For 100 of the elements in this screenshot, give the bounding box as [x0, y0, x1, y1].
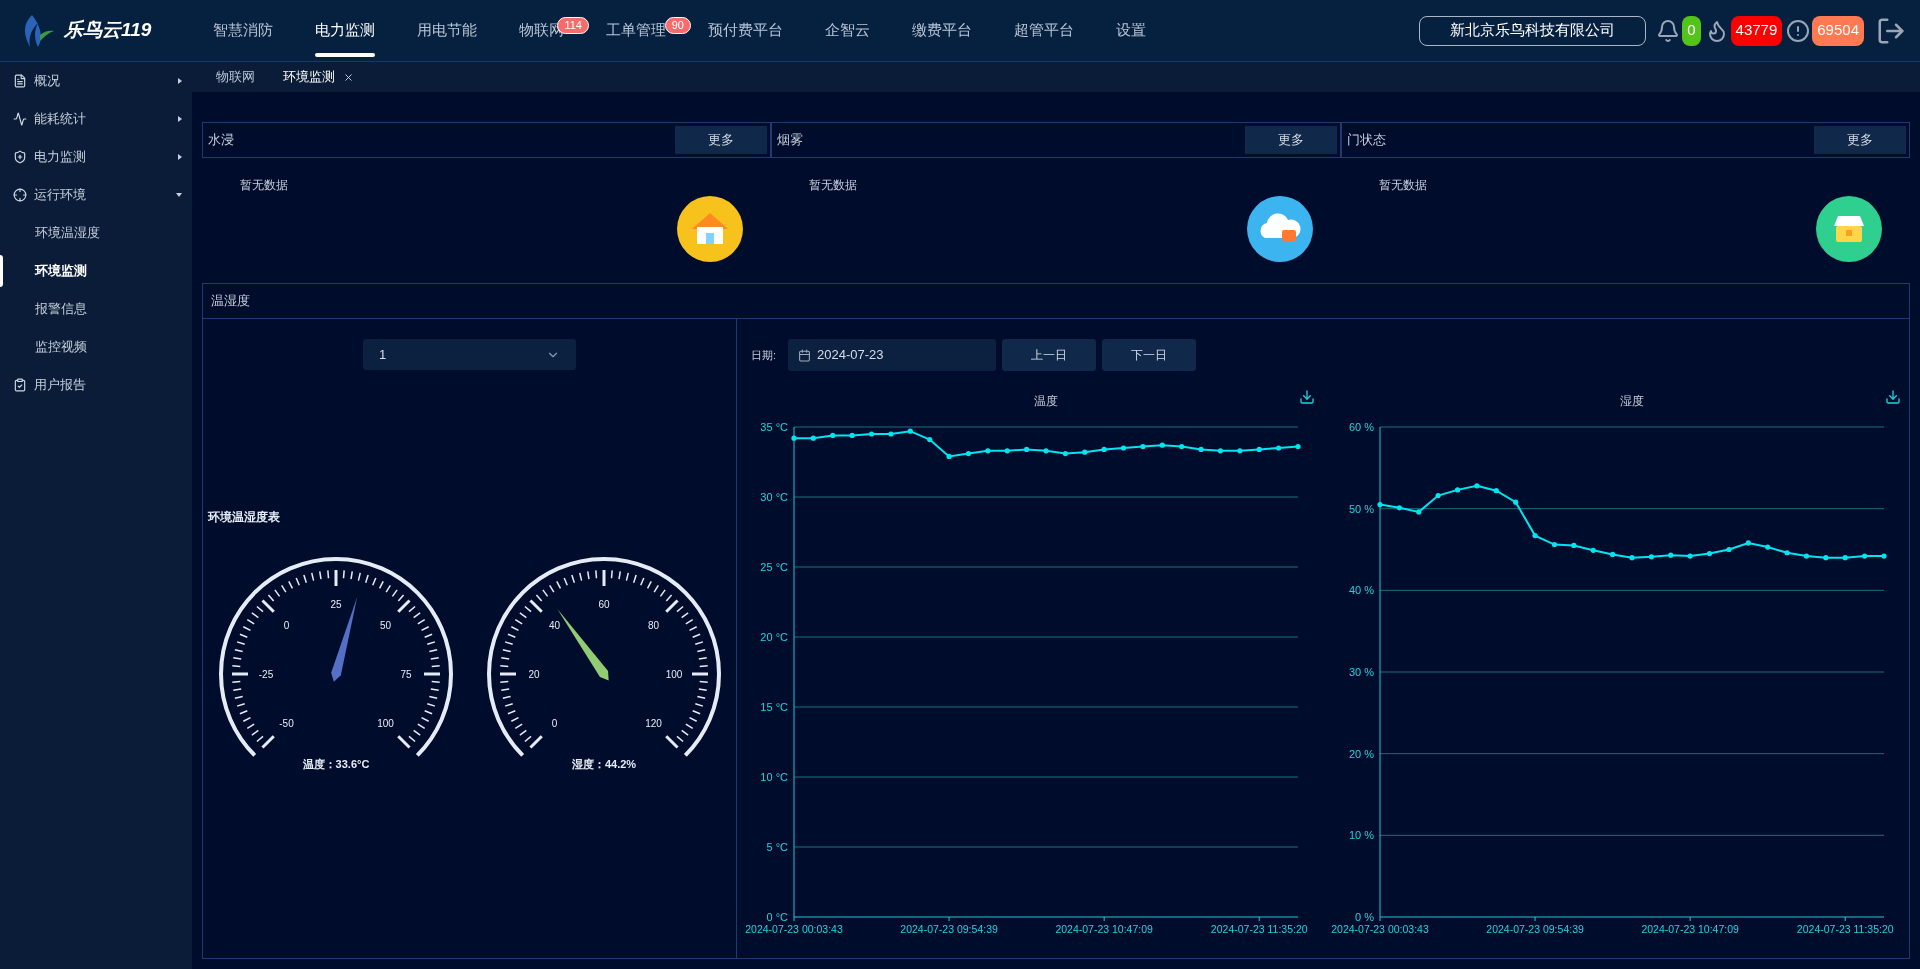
- axis-tick-label: 2024-07-23 00:03:43: [1331, 923, 1429, 935]
- sidebar-item[interactable]: 用户报告: [0, 366, 192, 404]
- empty-message: 暂无数据: [240, 177, 288, 194]
- alert-count: 0: [1682, 15, 1701, 46]
- data-point: [1237, 448, 1243, 454]
- data-point: [791, 435, 797, 441]
- axis-tick-label: 20 °C: [760, 631, 788, 643]
- data-point: [868, 431, 875, 437]
- sidebar-item[interactable]: 概况: [0, 62, 192, 100]
- caret-icon: [178, 116, 182, 122]
- caret-icon: [178, 154, 182, 160]
- nav-tab[interactable]: 超管平台: [993, 0, 1095, 61]
- panel-title: 温湿度: [211, 292, 250, 311]
- gauge-reading: 温度：33.6°C: [302, 757, 370, 772]
- sidebar-item[interactable]: 运行环境: [0, 176, 192, 214]
- bell-icon[interactable]: [1656, 18, 1681, 43]
- data-point: [1803, 553, 1810, 559]
- data-point: [849, 432, 855, 438]
- axis-tick-label: 0 °C: [766, 911, 788, 923]
- data-point: [1377, 502, 1383, 508]
- data-point: [1217, 448, 1224, 454]
- company-selector[interactable]: 新北京乐鸟科技有限公司: [1419, 15, 1647, 46]
- data-point: [1726, 546, 1732, 553]
- data-point: [1179, 444, 1185, 450]
- data-point: [1043, 448, 1049, 454]
- menu-icon: [13, 74, 27, 88]
- axis-tick-label: 2024-07-23 10:47:09: [1055, 923, 1153, 935]
- data-point: [1745, 540, 1751, 546]
- gauge-scale-label: 120: [645, 718, 662, 730]
- data-point: [1687, 553, 1693, 559]
- nav-tab[interactable]: 用电节能: [396, 0, 498, 61]
- axis-tick-label: 30 %: [1348, 666, 1374, 678]
- data-point: [946, 453, 952, 459]
- empty-message: 暂无数据: [1378, 177, 1427, 194]
- date-field[interactable]: 2024-07-23: [788, 339, 997, 371]
- calendar-icon: [798, 348, 812, 362]
- nav-tab[interactable]: 电力监测: [294, 0, 396, 61]
- card-title: 水浸: [208, 131, 234, 150]
- menu-icon: [13, 188, 27, 202]
- card-title: 门状态: [1346, 131, 1386, 150]
- more-button[interactable]: 更多: [1814, 126, 1906, 154]
- empty-message: 暂无数据: [809, 177, 858, 194]
- data-point: [1416, 509, 1422, 515]
- data-point: [830, 432, 836, 438]
- more-button[interactable]: 更多: [1244, 126, 1337, 154]
- axis-tick-label: 5 °C: [766, 841, 788, 853]
- more-button[interactable]: 更多: [675, 126, 768, 154]
- selection-indicator: [0, 255, 3, 287]
- menu-icon: [13, 378, 27, 392]
- gauge-scale-label: 0: [551, 718, 558, 730]
- data-point: [1513, 499, 1519, 505]
- axis-tick-label: 2024-07-23 11:35:20: [1210, 923, 1308, 935]
- download-icon[interactable]: [1885, 389, 1901, 405]
- page-tab[interactable]: 物联网: [212, 67, 259, 87]
- axis-tick-label: 2024-07-23 10:47:09: [1641, 923, 1739, 935]
- nav-tab[interactable]: 企智云: [804, 0, 891, 61]
- gauge-scale-label: 80: [647, 619, 660, 631]
- data-point: [1648, 554, 1654, 560]
- sidebar-subitem[interactable]: 环境温湿度: [0, 223, 100, 243]
- nav-tab[interactable]: 设置: [1095, 0, 1167, 61]
- axis-tick-label: 15 °C: [760, 701, 788, 713]
- data-point: [1590, 547, 1596, 553]
- data-point: [1024, 446, 1030, 452]
- axis-tick-label: 0 %: [1355, 911, 1374, 923]
- data-point: [1140, 444, 1146, 450]
- gauge-scale-label: -50: [279, 718, 294, 730]
- data-point: [1532, 533, 1538, 539]
- data-point: [1159, 442, 1165, 448]
- axis-tick-label: 25 °C: [760, 561, 788, 573]
- menu-icon: [13, 112, 27, 126]
- gauge-scale-label: 0: [283, 619, 290, 631]
- page-tab[interactable]: 环境监测: [279, 67, 358, 87]
- sidebar-subitem[interactable]: 监控视频: [0, 337, 87, 357]
- axis-tick-label: 30 °C: [760, 491, 788, 503]
- device-select[interactable]: 1: [363, 339, 576, 370]
- nav-tab[interactable]: 缴费平台: [891, 0, 993, 61]
- active-underline: [315, 53, 375, 57]
- nav-tab[interactable]: 智慧消防: [192, 0, 294, 61]
- sidebar-item[interactable]: 电力监测: [0, 138, 192, 176]
- alert-count: 43779: [1730, 15, 1783, 46]
- gauge-scale-label: 25: [330, 599, 342, 610]
- gauge-reading: 湿度：44.2%: [571, 757, 637, 772]
- sidebar-subitem[interactable]: 报警信息: [0, 299, 87, 319]
- prev-day-button[interactable]: 上一日: [1002, 339, 1097, 371]
- data-point: [1101, 446, 1107, 452]
- data-point: [985, 448, 991, 454]
- data-point: [965, 451, 972, 457]
- close-icon[interactable]: [343, 71, 354, 83]
- alert-icon[interactable]: [1786, 18, 1811, 43]
- next-day-button[interactable]: 下一日: [1102, 339, 1197, 371]
- gauge-scale-label: 100: [377, 718, 394, 730]
- gauge-scale-label: 100: [665, 669, 683, 680]
- sidebar-item[interactable]: 能耗统计: [0, 100, 192, 138]
- chart-title: 温度: [1034, 394, 1058, 408]
- card-title: 烟雾: [777, 131, 804, 150]
- download-icon[interactable]: [1299, 389, 1315, 405]
- axis-tick-label: 35 °C: [760, 421, 788, 433]
- axis-tick-label: 20 %: [1348, 747, 1374, 760]
- gauge-scale-label: -25: [258, 669, 274, 680]
- sidebar-subitem[interactable]: 环境监测: [0, 261, 87, 281]
